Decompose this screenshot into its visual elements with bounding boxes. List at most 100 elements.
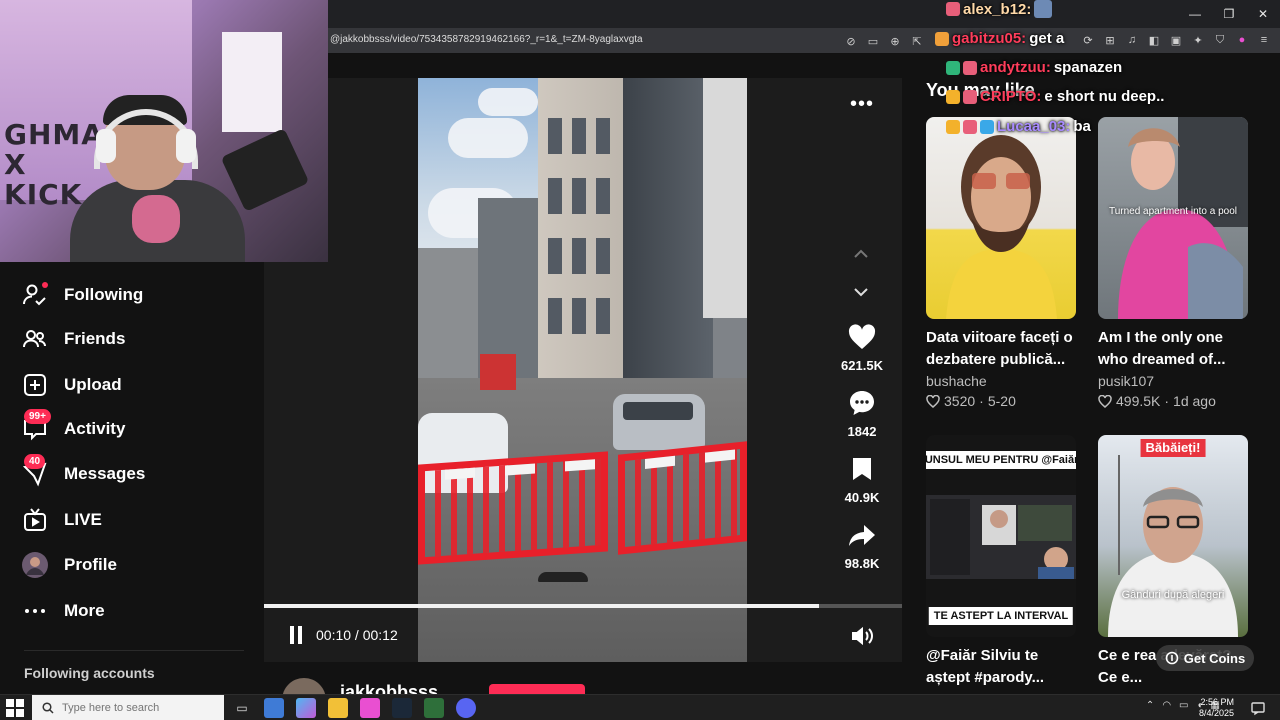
recommendation-date: 5-20 (987, 393, 1016, 409)
app-icon[interactable] (424, 698, 444, 718)
sidebar-item-label: Following (64, 285, 144, 304)
menu-icon[interactable]: ≡ (1256, 32, 1272, 48)
chevron-up-icon[interactable] (848, 240, 874, 266)
video-progress-bar[interactable] (264, 604, 902, 608)
chevron-down-icon[interactable] (848, 280, 874, 306)
steam-icon[interactable] (392, 698, 412, 718)
recommendation-card[interactable]: Data viitoare faceți o dezbatere publică… (926, 117, 1076, 409)
notification-icon[interactable] (1250, 700, 1266, 716)
video-frame[interactable] (418, 78, 747, 662)
shield-icon[interactable]: ⛉ (1212, 32, 1228, 48)
recommendation-stats: 3520 · 5-20 (926, 393, 1076, 409)
windows-start-icon[interactable] (6, 699, 24, 717)
close-icon[interactable]: ✕ (1246, 0, 1280, 28)
file-explorer-icon[interactable] (328, 698, 348, 718)
battery-icon[interactable]: ▭ (1179, 700, 1188, 711)
share-arrow-icon (847, 520, 877, 550)
sidebar-item-live[interactable]: LIVE (22, 505, 102, 535)
sidebar-item-label: Friends (64, 329, 126, 348)
copilot-icon[interactable] (264, 698, 284, 718)
pause-icon (290, 626, 294, 644)
chevron-up-icon[interactable]: ⌃ (1146, 700, 1154, 711)
recommendation-card[interactable]: Turned apartment into a pool Am I the on… (1098, 117, 1248, 409)
activity-badge: 99+ (24, 409, 51, 424)
task-view-icon[interactable]: ▭ (232, 698, 252, 718)
recommendation-title[interactable]: @Faiăr Silviu te aștept #parody... (926, 645, 1076, 689)
recommendation-author[interactable]: pusik107 (1098, 373, 1248, 389)
recommendation-thumbnail[interactable] (926, 117, 1076, 319)
sidebar-item-label: Upload (64, 375, 122, 394)
share-button[interactable]: 98.8K (831, 520, 893, 571)
chat-message: Lucaa_03: ba (946, 118, 1091, 135)
app-icon[interactable] (296, 698, 316, 718)
taskbar-search-input[interactable] (62, 702, 212, 714)
sidebar-item-label: Profile (64, 555, 117, 574)
music-icon[interactable]: ♫ (1124, 32, 1140, 48)
chat-message: andytzuu: spanazen (946, 59, 1122, 76)
wallet-icon[interactable]: ▣ (1168, 32, 1184, 48)
taskbar-clock[interactable]: 2:56 PM 8/4/2025 (1199, 697, 1234, 719)
video-building (703, 78, 747, 318)
pause-button[interactable] (284, 623, 308, 647)
sidebar-item-upload[interactable]: Upload (22, 370, 122, 400)
sidebar-item-friends[interactable]: Friends (22, 324, 125, 354)
share-icon[interactable]: ⇱ (909, 33, 925, 49)
recommendation-thumbnail[interactable]: RASPUNSUL MEU PENTRU @FaiărSilviu TE AST… (926, 435, 1076, 637)
comment-icon (847, 388, 877, 418)
chat-emote-icon (963, 60, 977, 75)
video-time: 00:10 / 00:12 (316, 627, 398, 643)
chat-username: Lucaa_03: (997, 118, 1071, 135)
save-button[interactable]: 40.9K (831, 454, 893, 505)
puzzle-icon[interactable]: ✦ (1190, 32, 1206, 48)
extension-icon[interactable]: ⟳ (1080, 32, 1096, 48)
more-options-icon[interactable]: ••• (850, 93, 874, 115)
taskbar-search[interactable] (32, 695, 224, 720)
recommendation-author[interactable]: bushache (926, 373, 1076, 389)
sidebar-item-profile[interactable]: Profile (22, 550, 117, 580)
messages-badge: 40 (24, 454, 46, 469)
profile-avatar (22, 552, 48, 578)
chat-username: andytzuu: (980, 59, 1051, 76)
video-cloud (478, 88, 538, 116)
url-text[interactable]: @jakkobbsss/video/7534358782919462166?_r… (330, 34, 643, 45)
sidebar-item-label: More (64, 601, 105, 620)
recommendation-thumbnail[interactable]: Băbăieți! Gânduri după alegeri (1098, 435, 1248, 637)
minimize-icon[interactable]: — (1178, 0, 1212, 28)
sidebar-item-label: Messages (64, 464, 146, 483)
get-coins-button[interactable]: Get Coins (1156, 645, 1254, 671)
discord-icon[interactable] (456, 698, 476, 718)
browser-icon[interactable] (360, 698, 380, 718)
heart-icon (847, 322, 877, 352)
sidebar-item-following[interactable]: Following (22, 280, 143, 310)
wifi-icon[interactable]: ◠ (1162, 700, 1171, 711)
chat-username: gabitzu05: (952, 30, 1027, 47)
recommendation-date: 1d ago (1173, 393, 1216, 409)
sidebar-item-more[interactable]: More (22, 596, 105, 626)
video-building (478, 198, 538, 378)
chat-username: CRIPTO: (980, 88, 1042, 105)
recommendation-title[interactable]: Data viitoare faceți o dezbatere publică… (926, 327, 1076, 371)
recommendation-thumbnail[interactable]: Turned apartment into a pool (1098, 117, 1248, 319)
sidebar-item-messages[interactable]: 40 Messages (22, 454, 146, 489)
sidebar-item-activity[interactable]: 99+ Activity (22, 409, 126, 444)
profile-icon[interactable]: ● (1234, 32, 1250, 48)
comment-button[interactable]: 1842 (831, 388, 893, 439)
extension-icon[interactable]: ⊞ (1102, 32, 1118, 48)
like-button[interactable]: 621.5K (831, 322, 893, 373)
reader-icon[interactable]: ⊘ (843, 33, 859, 49)
clock-time: 2:56 PM (1200, 697, 1234, 707)
recommendation-likes: 499.5K (1116, 393, 1161, 409)
restore-icon[interactable]: ❐ (1212, 0, 1246, 28)
sidebar-toggle-icon[interactable]: ◧ (1146, 32, 1162, 48)
recommendation-title[interactable]: Am I the only one who dreamed of... (1098, 327, 1248, 371)
windows-taskbar: ▭ ⌃ ◠ ▭ ◖ ▦ 2:56 PM 8/4/2025 (0, 694, 1280, 720)
activity-icon: 99+ (22, 409, 51, 442)
stats-separator: · (979, 393, 984, 409)
more-icon (22, 598, 48, 624)
screen-icon[interactable]: ▭ (865, 33, 881, 49)
zoom-icon[interactable]: ⊕ (887, 33, 903, 49)
recommendation-card[interactable]: RASPUNSUL MEU PENTRU @FaiărSilviu TE AST… (926, 435, 1076, 689)
volume-icon[interactable] (850, 624, 874, 648)
taskbar-apps: ▭ (232, 698, 476, 718)
sidebar-item-label: Activity (64, 419, 126, 438)
